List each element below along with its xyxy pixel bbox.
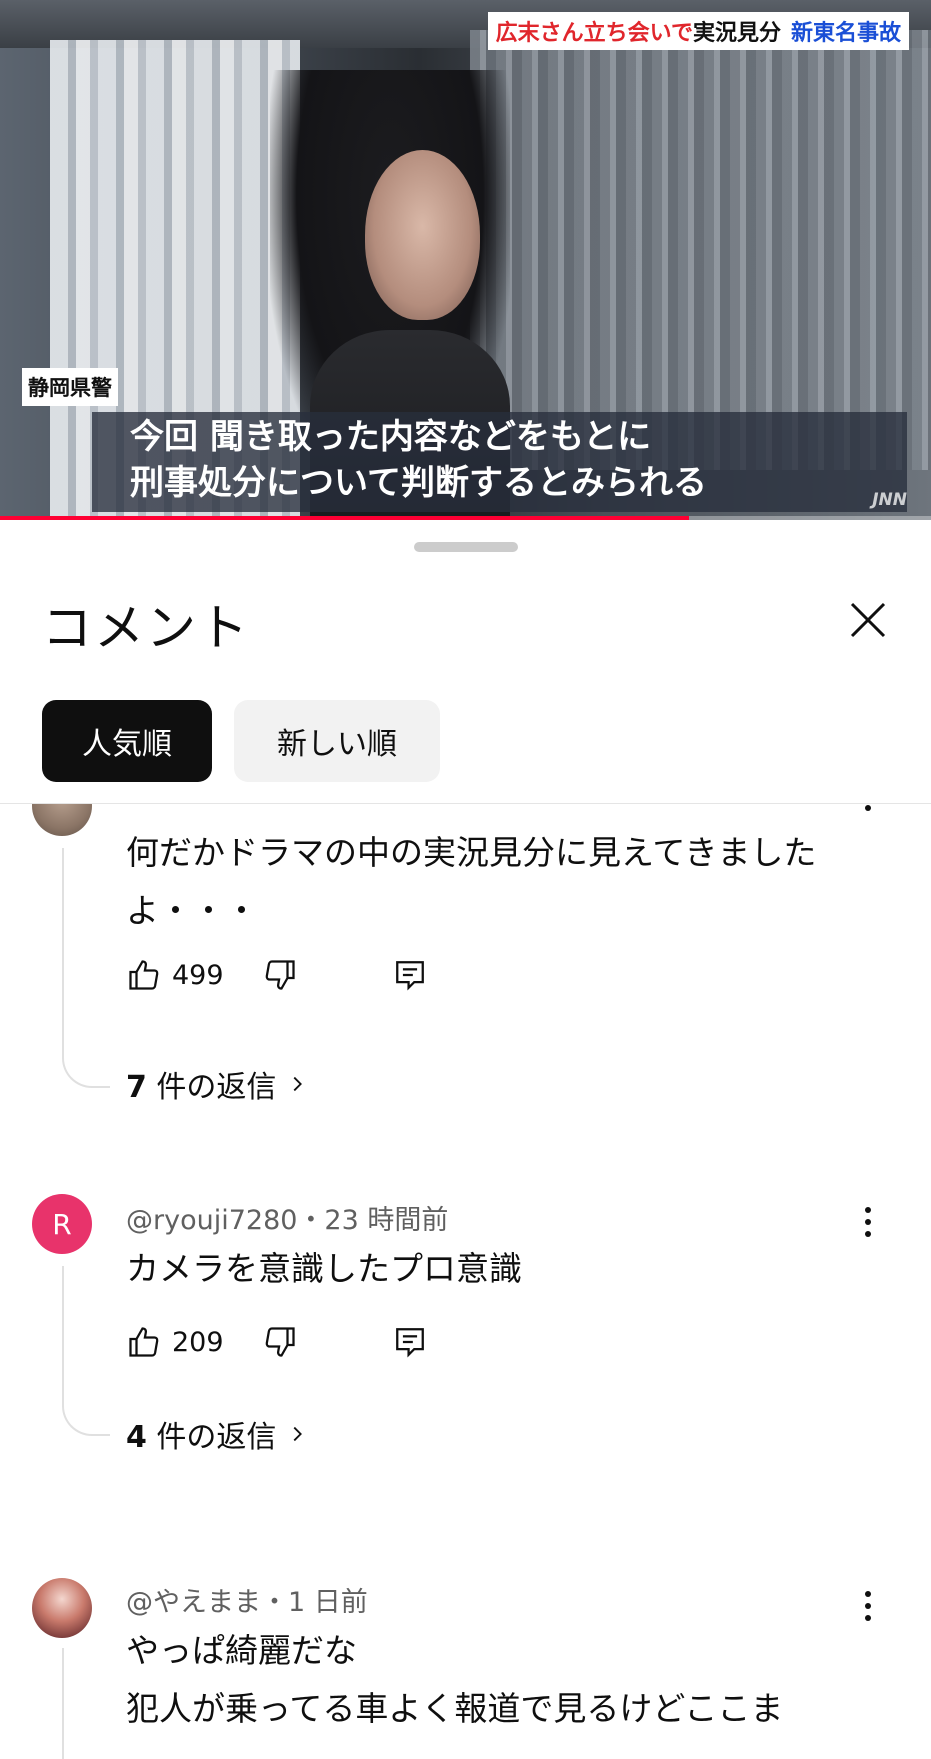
caption-line-1: 今回 聞き取った内容などをもとに	[130, 417, 652, 457]
like-button[interactable]	[124, 1322, 164, 1362]
comment-body-line-1: やっぱ綺麗だな	[126, 1631, 357, 1670]
comment-body: 何だかドラマの中の実況見分に見えてきましたよ・・・	[126, 833, 817, 930]
video-source-label: 静岡県警	[22, 368, 118, 406]
headline-red-text: 広末さん立ち会いで	[495, 21, 693, 46]
kebab-dot	[865, 1591, 871, 1597]
kebab-dot	[865, 1615, 871, 1621]
video-progress-fill	[0, 516, 689, 520]
avatar-letter: R	[52, 1207, 72, 1241]
view-replies-link[interactable]: 4 件の返信	[126, 1412, 308, 1456]
chevron-right-icon	[294, 1426, 303, 1442]
reply-count: 4	[126, 1420, 147, 1455]
video-watermark: JNN	[872, 490, 907, 510]
kebab-dot	[865, 1207, 871, 1213]
comments-sheet: コメント 人気順 新しい順 何だかドラマの中の実況見分に見えてきましたよ・・・ …	[0, 522, 931, 1759]
thumbs-down-icon	[265, 1327, 295, 1357]
video-person-face	[365, 150, 480, 320]
comment-actions: 499	[124, 955, 430, 995]
like-button[interactable]	[124, 955, 164, 995]
kebab-dot	[865, 1603, 871, 1609]
comment-item: 何だかドラマの中の実況見分に見えてきましたよ・・・ 499 7 件の返信	[0, 804, 931, 1124]
close-icon	[850, 602, 886, 638]
video-progress-bar[interactable]	[0, 516, 931, 520]
comment-list: 何だかドラマの中の実況見分に見えてきましたよ・・・ 499 7 件の返信 R @…	[0, 804, 931, 1759]
sort-chips: 人気順 新しい順	[42, 700, 440, 782]
kebab-dot	[865, 1219, 871, 1225]
reply-button[interactable]	[390, 1322, 430, 1362]
sheet-title: コメント	[42, 599, 250, 657]
comment-meta: @やえまま・1 日前	[126, 1587, 368, 1618]
thread-line	[62, 1266, 110, 1436]
dislike-button[interactable]	[260, 955, 300, 995]
reply-count: 7	[126, 1070, 147, 1105]
video-caption: 今回 聞き取った内容などをもとに 刑事処分について判断するとみられる	[92, 412, 907, 512]
comment-body: カメラを意識したプロ意識	[126, 1249, 522, 1288]
thread-line	[62, 848, 110, 1088]
kebab-dot	[865, 1231, 871, 1237]
video-player[interactable]: 広末さん立ち会いで 実況見分 新東名事故 静岡県警 今回 聞き取った内容などをもと…	[0, 0, 931, 520]
comment-body-line-2: 犯人が乗ってる車よく報道で見るけどここま	[126, 1689, 784, 1728]
comment-avatar[interactable]	[32, 1578, 92, 1638]
comment-reply-icon	[396, 961, 424, 991]
close-button[interactable]	[840, 592, 896, 648]
like-count: 499	[172, 959, 224, 991]
caption-line-2: 刑事処分について判断するとみられる	[130, 463, 707, 503]
comment-meta: @ryouji7280・23 時間前	[126, 1205, 449, 1236]
thumbs-up-icon	[129, 960, 159, 990]
comment-body: やっぱ綺麗だな 犯人が乗ってる車よく報道で見るけどここま	[126, 1622, 866, 1738]
comment-avatar[interactable]: R	[32, 1194, 92, 1254]
thumbs-down-icon	[265, 960, 295, 990]
comment-item: R @ryouji7280・23 時間前 カメラを意識したプロ意識 209 4 …	[0, 1182, 931, 1522]
chevron-right-icon	[294, 1076, 303, 1092]
headline-blue-text: 新東名事故	[790, 21, 901, 46]
thumbs-up-icon	[129, 1327, 159, 1357]
sort-chip-top[interactable]: 人気順	[42, 700, 212, 782]
thread-line	[62, 1648, 110, 1759]
comment-reply-icon	[396, 1328, 424, 1358]
dislike-button[interactable]	[260, 1322, 300, 1362]
reply-button[interactable]	[390, 955, 430, 995]
comment-menu-button[interactable]	[856, 1586, 880, 1626]
view-replies-link[interactable]: 7 件の返信	[126, 1062, 308, 1106]
video-headline: 広末さん立ち会いで 実況見分 新東名事故	[487, 12, 909, 50]
like-count: 209	[172, 1326, 224, 1358]
sort-chip-newest[interactable]: 新しい順	[234, 700, 440, 782]
comment-avatar[interactable]	[32, 804, 92, 836]
video-curtain-right	[470, 30, 931, 470]
comment-menu-button[interactable]	[856, 1202, 880, 1242]
comment-item: @やえまま・1 日前 やっぱ綺麗だな 犯人が乗ってる車よく報道で見るけどここま	[0, 1564, 931, 1759]
kebab-dot	[865, 805, 871, 811]
sheet-drag-handle[interactable]	[414, 542, 518, 552]
replies-text: 件の返信	[156, 1070, 277, 1105]
replies-text: 件の返信	[156, 1420, 277, 1455]
comment-actions: 209	[124, 1322, 430, 1362]
headline-black-text: 実況見分	[692, 21, 781, 46]
